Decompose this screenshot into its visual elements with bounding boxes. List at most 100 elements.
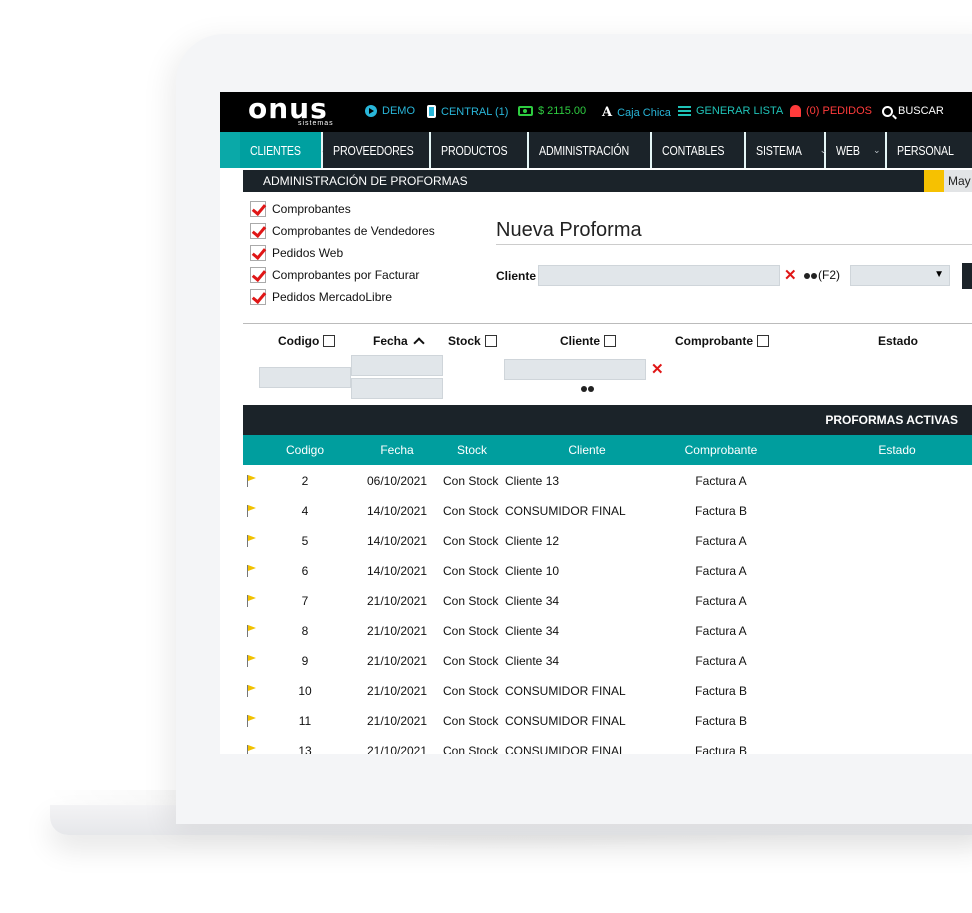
- cell-stock: Con Stock: [443, 714, 499, 728]
- filter-col-cliente[interactable]: Cliente: [560, 334, 617, 348]
- cliente-filter-input[interactable]: [504, 359, 646, 380]
- flag-icon[interactable]: [247, 505, 256, 517]
- filter-col-stock[interactable]: Stock: [448, 334, 497, 348]
- fecha-from-input[interactable]: [351, 355, 443, 376]
- filter-pedidos-web[interactable]: Pedidos Web: [250, 242, 435, 264]
- checkbox[interactable]: [484, 335, 497, 347]
- list-icon: [678, 105, 691, 117]
- checkbox[interactable]: [250, 223, 266, 239]
- codigo-filter-input[interactable]: [259, 367, 351, 388]
- nav-item-productos[interactable]: PRODUCTOS ⌄: [431, 132, 538, 168]
- table-row[interactable]: 13 21/10/2021 Con Stock CONSUMIDOR FINAL…: [243, 735, 972, 754]
- nav-item-personal[interactable]: PERSONAL ⌄: [887, 132, 972, 168]
- filter-col-codigo[interactable]: Codigo: [278, 334, 336, 348]
- fecha-to-input[interactable]: [351, 378, 443, 399]
- nav-item-web[interactable]: WEB ⌄: [826, 132, 887, 168]
- filter-pedidos-mercadolibre[interactable]: Pedidos MercadoLibre: [250, 286, 435, 308]
- filter-comprobantes[interactable]: Comprobantes: [250, 198, 435, 220]
- col-header-comprobante[interactable]: Comprobante: [685, 443, 758, 457]
- table-row[interactable]: 7 21/10/2021 Con Stock Cliente 34 Factur…: [243, 585, 972, 615]
- create-button[interactable]: [962, 263, 972, 289]
- client-search-button[interactable]: (F2): [804, 268, 840, 282]
- table-row[interactable]: 10 21/10/2021 Con Stock CONSUMIDOR FINAL…: [243, 675, 972, 705]
- cell-cliente: CONSUMIDOR FINAL: [505, 504, 626, 518]
- flag-icon[interactable]: [247, 685, 256, 697]
- col-header-cliente[interactable]: Cliente: [568, 443, 605, 457]
- cell-codigo: 13: [298, 744, 312, 754]
- checkbox[interactable]: [250, 201, 266, 217]
- section-right-tab[interactable]: May: [944, 170, 972, 192]
- table-row[interactable]: 4 14/10/2021 Con Stock CONSUMIDOR FINAL …: [243, 495, 972, 525]
- checkbox[interactable]: [250, 289, 266, 305]
- table-row[interactable]: 5 14/10/2021 Con Stock Cliente 12 Factur…: [243, 525, 972, 555]
- flag-icon[interactable]: [247, 535, 256, 547]
- balance-display[interactable]: $ 2115.00: [518, 105, 586, 117]
- flag-icon[interactable]: [247, 625, 256, 637]
- cell-codigo: 11: [298, 714, 312, 728]
- checkbox[interactable]: [757, 335, 769, 347]
- nav-label: PRODUCTOS: [441, 142, 508, 158]
- nav-item-administracion[interactable]: ADMINISTRACIÓN ⌄: [529, 132, 664, 168]
- flag-icon[interactable]: [247, 745, 256, 754]
- checkbox[interactable]: [250, 245, 266, 261]
- table-row[interactable]: 11 21/10/2021 Con Stock CONSUMIDOR FINAL…: [243, 705, 972, 735]
- checkbox[interactable]: [250, 267, 266, 283]
- col-header-estado[interactable]: Estado: [878, 443, 915, 457]
- nav-label: WEB: [836, 142, 860, 158]
- binoculars-icon[interactable]: [581, 384, 594, 393]
- client-input[interactable]: [538, 265, 780, 286]
- col-header-codigo[interactable]: Codigo: [286, 443, 324, 457]
- checkbox[interactable]: [323, 335, 336, 347]
- proforma-type-select[interactable]: ▼: [850, 265, 950, 286]
- cash-icon: [518, 106, 533, 116]
- generate-list-button[interactable]: GENERAR LISTA: [678, 105, 783, 117]
- cell-fecha: 14/10/2021: [366, 534, 428, 548]
- cell-comprobante: Factura B: [694, 504, 748, 518]
- nav-item-proveedores[interactable]: PROVEEDORES ⌄: [323, 132, 447, 168]
- filter-comprobantes-por-facturar[interactable]: Comprobantes por Facturar: [250, 264, 435, 286]
- checkbox[interactable]: [604, 335, 617, 347]
- cell-fecha: 21/10/2021: [366, 624, 428, 638]
- table-row[interactable]: 2 06/10/2021 Con Stock Cliente 13 Factur…: [243, 465, 972, 495]
- table-banner-title: PROFORMAS ACTIVAS: [825, 413, 958, 427]
- chevron-down-icon: ▼: [934, 269, 944, 280]
- nav-item-clientes[interactable]: CLIENTES ⌄: [240, 132, 328, 168]
- col-header-fecha[interactable]: Fecha: [380, 443, 413, 457]
- cell-fecha: 21/10/2021: [366, 744, 428, 754]
- table-row[interactable]: 9 21/10/2021 Con Stock Cliente 34 Factur…: [243, 645, 972, 675]
- cash-box-link[interactable]: A Caja Chica: [602, 105, 671, 120]
- col-header-stock[interactable]: Stock: [457, 443, 487, 457]
- flag-icon[interactable]: [247, 595, 256, 607]
- table-row[interactable]: 8 21/10/2021 Con Stock Cliente 34 Factur…: [243, 615, 972, 645]
- filter-col-fecha[interactable]: Fecha: [373, 334, 425, 349]
- clear-icon[interactable]: ✕: [784, 266, 797, 284]
- filter-col-comprobante[interactable]: Comprobante: [675, 334, 769, 348]
- flag-icon[interactable]: [247, 715, 256, 727]
- cell-stock: Con Stock: [443, 534, 499, 548]
- filter-comprobantes-vendedores[interactable]: Comprobantes de Vendedores: [250, 220, 435, 242]
- flag-icon[interactable]: [247, 655, 256, 667]
- flag-icon[interactable]: [247, 565, 256, 577]
- cell-codigo: 9: [301, 654, 309, 668]
- sort-up-icon[interactable]: [413, 337, 425, 349]
- branch-menu[interactable]: CENTRAL (1): [427, 105, 508, 118]
- filter-label: Estado: [878, 334, 919, 348]
- cell-comprobante: Factura A: [695, 624, 747, 638]
- nav-item-sistema[interactable]: SISTEMA ⌄: [746, 132, 827, 168]
- cell-codigo: 8: [301, 624, 309, 638]
- nav-item-contables[interactable]: CONTABLES ⌄: [652, 132, 754, 168]
- user-menu[interactable]: DEMO: [365, 105, 415, 117]
- orders-link[interactable]: (0) PEDIDOS: [790, 105, 872, 117]
- cell-codigo: 5: [301, 534, 309, 548]
- flag-icon[interactable]: [247, 475, 256, 487]
- table-row[interactable]: 6 14/10/2021 Con Stock Cliente 10 Factur…: [243, 555, 972, 585]
- cell-codigo: 4: [301, 504, 309, 518]
- search-button[interactable]: BUSCAR: [882, 105, 944, 117]
- bell-icon: [790, 105, 801, 117]
- binoculars-icon: [804, 271, 817, 280]
- onus-logo[interactable]: onus sistemas: [248, 92, 343, 130]
- clear-icon[interactable]: ✕: [651, 360, 664, 378]
- cell-stock: Con Stock: [443, 684, 499, 698]
- branch-name: CENTRAL (1): [441, 105, 509, 118]
- shortcut-label: (F2): [818, 268, 840, 282]
